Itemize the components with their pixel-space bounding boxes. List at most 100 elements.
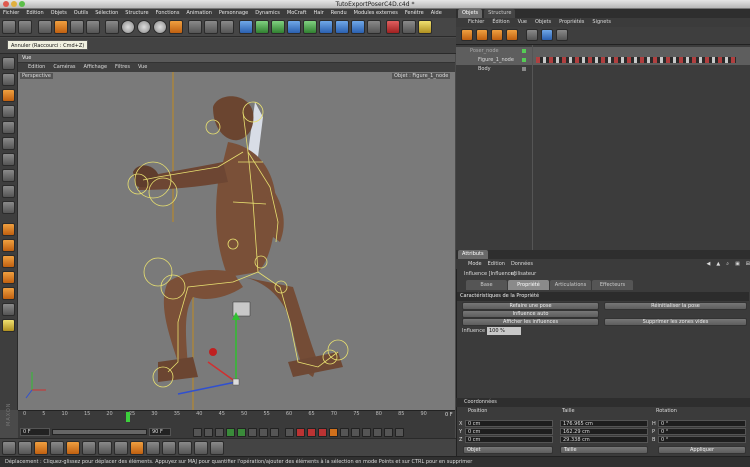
play-backward-icon[interactable] xyxy=(226,427,235,437)
window-controls[interactable] xyxy=(3,1,25,7)
pos-x-field[interactable]: 0 cm xyxy=(465,420,553,427)
subtab-effecteurs[interactable]: Effecteurs xyxy=(592,280,633,290)
use-model-mode-icon[interactable] xyxy=(105,20,119,34)
scene-icon[interactable] xyxy=(319,20,333,34)
hair-icon[interactable] xyxy=(402,20,416,34)
cloth-icon[interactable] xyxy=(162,441,176,455)
character-icon[interactable] xyxy=(18,441,32,455)
material-icon[interactable] xyxy=(2,441,16,455)
move-icon[interactable] xyxy=(54,20,68,34)
tab-objets[interactable]: Objets xyxy=(458,9,483,18)
rot-h-field[interactable]: 0 ° xyxy=(658,420,746,427)
menu-modules[interactable]: Modules externes xyxy=(354,9,398,18)
tab-attributs[interactable]: Attributs xyxy=(458,250,488,259)
menu-edition[interactable]: Edition xyxy=(26,9,43,18)
menu-fenetre[interactable]: Fenêtre xyxy=(405,9,424,18)
menu-animation[interactable]: Animation xyxy=(186,9,212,18)
go-to-end-icon[interactable] xyxy=(270,427,279,437)
timeline-playhead[interactable] xyxy=(126,412,130,422)
search-icon[interactable]: ⌕ xyxy=(726,259,729,269)
lock-icon[interactable]: ▣ xyxy=(735,259,740,269)
play-forward-icon[interactable] xyxy=(237,427,246,437)
y-axis-icon[interactable] xyxy=(137,20,151,34)
tree-row[interactable]: Poser_node xyxy=(456,47,750,56)
record-position-icon[interactable] xyxy=(296,427,305,437)
tag-strip[interactable] xyxy=(536,57,736,63)
parameter-key-icon[interactable] xyxy=(384,427,393,437)
make-editable-icon[interactable] xyxy=(2,57,15,70)
previous-key-icon[interactable] xyxy=(204,427,213,437)
menu-rendu[interactable]: Rendu xyxy=(331,9,347,18)
points-mode-icon[interactable] xyxy=(2,137,15,150)
world-coordinates-icon[interactable] xyxy=(169,20,183,34)
workplane-lock-icon[interactable] xyxy=(2,303,15,316)
keyframe-selection-icon[interactable] xyxy=(340,427,349,437)
weight-tool-icon[interactable] xyxy=(66,441,80,455)
back-arrow-icon[interactable]: ◀ xyxy=(707,259,711,269)
workplane-icon[interactable] xyxy=(2,121,15,134)
refaire-pose-button[interactable]: Refaire une pose xyxy=(462,302,599,310)
bone-icon[interactable] xyxy=(210,441,224,455)
edges-mode-icon[interactable] xyxy=(2,153,15,166)
camera-icon[interactable] xyxy=(351,20,365,34)
spline-icon[interactable] xyxy=(255,20,269,34)
visibility-dot-icon[interactable] xyxy=(522,67,526,71)
menu-aide[interactable]: Aide xyxy=(431,9,442,18)
size-mode-select[interactable]: Taille xyxy=(560,446,648,454)
mocraft-icon[interactable] xyxy=(386,20,400,34)
go-to-start-icon[interactable] xyxy=(193,427,202,437)
obj-menu-fichier[interactable]: Fichier xyxy=(468,18,484,27)
obj-menu-signets[interactable]: Signets xyxy=(592,18,611,27)
light-icon[interactable] xyxy=(367,20,381,34)
tree-row[interactable]: Figure_1_node xyxy=(456,56,750,65)
joint-tool-icon[interactable] xyxy=(34,441,48,455)
attr-menu-donnees[interactable]: Données utilisateur xyxy=(511,259,551,277)
rotate-icon[interactable] xyxy=(86,20,100,34)
snapping-icon[interactable] xyxy=(2,255,15,268)
floor-icon[interactable] xyxy=(335,20,349,34)
viewport-menu-filtres[interactable]: Filtres xyxy=(115,63,130,72)
z-axis-icon[interactable] xyxy=(153,20,167,34)
constraint-icon[interactable] xyxy=(178,441,192,455)
search-icon[interactable] xyxy=(526,29,538,41)
menu-fichier[interactable]: Fichier xyxy=(3,9,19,18)
live-selection-icon[interactable] xyxy=(38,20,52,34)
menu-personnage[interactable]: Personnage xyxy=(219,9,248,18)
tag-icon[interactable] xyxy=(556,29,568,41)
influence-field[interactable]: 100 % xyxy=(487,327,521,335)
timeline[interactable]: 0 5 10 15 20 25 30 35 40 45 50 55 60 65 … xyxy=(18,410,455,426)
zoom-window-icon[interactable] xyxy=(19,1,25,7)
scale-key-icon[interactable] xyxy=(362,427,371,437)
next-frame-icon[interactable] xyxy=(248,427,257,437)
menu-dynamics[interactable]: Dynamics xyxy=(255,9,280,18)
soft-selection-icon[interactable] xyxy=(2,287,15,300)
size-x-field[interactable]: 176.965 cm xyxy=(560,420,648,427)
rot-p-field[interactable]: 0 ° xyxy=(658,428,746,435)
record-scale-icon[interactable] xyxy=(307,427,316,437)
object-axis-icon[interactable] xyxy=(2,89,15,102)
menu-objets[interactable]: Objets xyxy=(51,9,67,18)
model-mode-icon[interactable] xyxy=(2,73,15,86)
render-picture-viewer-icon[interactable] xyxy=(204,20,218,34)
undo-icon[interactable] xyxy=(2,20,16,34)
loop-icon[interactable] xyxy=(285,427,294,437)
afficher-influences-button[interactable]: Afficher les influences xyxy=(462,318,599,326)
array-icon[interactable] xyxy=(287,20,301,34)
apply-button[interactable]: Appliquer xyxy=(658,446,746,454)
figure-walk-icon[interactable] xyxy=(491,29,503,41)
pose-icon[interactable] xyxy=(114,441,128,455)
scale-icon[interactable] xyxy=(70,20,84,34)
axis-modification-icon[interactable] xyxy=(2,239,15,252)
tree-row[interactable]: Body xyxy=(456,65,750,74)
texture-mode-icon[interactable] xyxy=(2,105,15,118)
viewport-menu-vue[interactable]: Vue xyxy=(138,63,147,72)
tweak-mode-icon[interactable] xyxy=(2,223,15,236)
end-frame-field[interactable]: 90 F xyxy=(149,428,171,436)
menu-fonctions[interactable]: Fonctions xyxy=(156,9,180,18)
menu-selection[interactable]: Sélection xyxy=(95,9,118,18)
muscle-icon[interactable] xyxy=(194,441,208,455)
obj-menu-vue[interactable]: Vue xyxy=(518,18,527,27)
coord-mode-select[interactable]: Objet xyxy=(463,446,553,454)
attr-menu-mode[interactable]: Mode xyxy=(468,259,482,269)
subtab-propriete[interactable]: Propriété xyxy=(508,280,549,290)
